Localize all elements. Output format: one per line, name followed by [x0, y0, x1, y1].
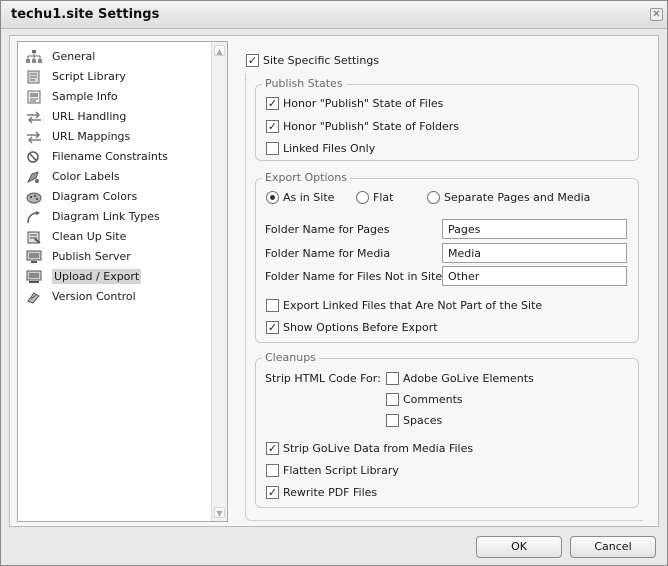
sidebar-item-label: URL Handling — [52, 110, 127, 123]
honor-files-label: Honor "Publish" State of Files — [283, 97, 444, 110]
linked-only-label: Linked Files Only — [283, 142, 376, 155]
as-in-site-radio[interactable] — [266, 191, 279, 204]
color-labels-icon — [26, 171, 39, 184]
site-specific-checkbox[interactable]: ✓ — [246, 54, 259, 67]
sitemap-icon — [26, 50, 42, 63]
sidebar-item-label: Diagram Link Types — [52, 210, 160, 223]
sidebar-item-sample-info[interactable]: Sample Info — [18, 87, 212, 107]
sidebar-item-label: Upload / Export — [52, 269, 142, 284]
export-options-title: Export Options — [262, 171, 350, 184]
separate-pages-media-radio[interactable] — [427, 191, 440, 204]
ok-button[interactable]: OK — [476, 536, 562, 558]
url-mappings-icon — [27, 131, 41, 144]
sidebar-item-script-library[interactable]: Script Library — [18, 67, 212, 87]
clean-up-site-icon — [27, 231, 41, 244]
spaces-checkbox[interactable] — [386, 414, 399, 427]
other-folder-label: Folder Name for Files Not in Site — [265, 270, 443, 283]
sidebar-item-label: Version Control — [52, 290, 136, 303]
sidebar-item-url-mappings[interactable]: URL Mappings — [18, 127, 212, 147]
comments-label: Comments — [403, 393, 463, 406]
sidebar-item-label: Sample Info — [52, 90, 118, 103]
sidebar-item-label: URL Mappings — [52, 130, 131, 143]
site-specific-label: Site Specific Settings — [263, 54, 380, 67]
pages-folder-label: Folder Name for Pages — [265, 223, 390, 236]
filename-constraints-icon — [27, 151, 39, 163]
strip-golive-data-checkbox[interactable]: ✓ — [266, 442, 279, 455]
sidebar-item-url-handling[interactable]: URL Handling — [18, 107, 212, 127]
sidebar-item-label: Diagram Colors — [52, 190, 138, 203]
diagram-colors-icon — [26, 192, 42, 204]
sidebar-item-label: Publish Server — [52, 250, 131, 263]
other-folder-input[interactable] — [442, 266, 627, 286]
sample-info-icon — [27, 90, 41, 104]
separate-pages-media-label: Separate Pages and Media — [444, 191, 591, 204]
rewrite-pdf-label: Rewrite PDF Files — [283, 486, 378, 499]
upload-export-icon — [26, 270, 42, 283]
close-icon[interactable]: ✕ — [650, 8, 663, 21]
publish-states-title: Publish States — [262, 77, 346, 90]
cancel-button[interactable]: Cancel — [570, 536, 656, 558]
media-folder-input[interactable] — [442, 243, 627, 263]
sidebar-item-diagram-link-types[interactable]: Diagram Link Types — [18, 207, 212, 227]
sidebar-item-color-labels[interactable]: Color Labels — [18, 167, 212, 187]
honor-folders-checkbox[interactable]: ✓ — [266, 120, 279, 133]
settings-window: techu1.site Settings ✕ General Script Li… — [0, 0, 668, 566]
sidebar-item-label: Clean Up Site — [52, 230, 127, 243]
sidebar-item-publish-server[interactable]: Publish Server — [18, 247, 212, 267]
golive-elements-checkbox[interactable] — [386, 372, 399, 385]
window-title: techu1.site Settings — [11, 7, 160, 22]
flatten-script-checkbox[interactable] — [266, 464, 279, 477]
sidebar-item-upload-export[interactable]: Upload / Export — [18, 267, 212, 287]
script-library-icon — [27, 70, 40, 84]
scroll-up-icon[interactable]: ▲ — [214, 45, 225, 56]
sidebar-item-general[interactable]: General — [18, 47, 212, 67]
url-handling-icon — [27, 111, 41, 124]
export-linked-checkbox[interactable] — [266, 299, 279, 312]
sidebar-scrollbar[interactable]: ▲ ▼ — [211, 42, 227, 521]
linked-only-checkbox[interactable] — [266, 142, 279, 155]
pages-folder-input[interactable] — [442, 219, 627, 239]
sidebar-item-label: Filename Constraints — [52, 150, 168, 163]
flat-label: Flat — [373, 191, 394, 204]
golive-elements-label: Adobe GoLive Elements — [403, 372, 534, 385]
sidebar-item-label: General — [52, 50, 96, 63]
sidebar-item-label: Color Labels — [52, 170, 120, 183]
scroll-down-icon[interactable]: ▼ — [214, 507, 225, 518]
spaces-label: Spaces — [403, 414, 443, 427]
sidebar-item-filename-constraints[interactable]: Filename Constraints — [18, 147, 212, 167]
cleanups-title: Cleanups — [262, 351, 319, 364]
honor-files-checkbox[interactable]: ✓ — [266, 97, 279, 110]
strip-html-label: Strip HTML Code For: — [265, 372, 381, 385]
diagram-link-types-icon — [27, 211, 40, 224]
media-folder-label: Folder Name for Media — [265, 247, 391, 260]
title-bar: techu1.site Settings ✕ — [1, 1, 667, 29]
flatten-script-label: Flatten Script Library — [283, 464, 399, 477]
settings-sidebar: General Script Library Sample Info URL H… — [17, 41, 228, 522]
strip-golive-data-label: Strip GoLive Data from Media Files — [283, 442, 474, 455]
show-options-checkbox[interactable]: ✓ — [266, 321, 279, 334]
as-in-site-label: As in Site — [283, 191, 335, 204]
version-control-icon — [27, 292, 40, 304]
sidebar-item-clean-up-site[interactable]: Clean Up Site — [18, 227, 212, 247]
publish-server-icon — [26, 250, 42, 263]
rewrite-pdf-checkbox[interactable]: ✓ — [266, 486, 279, 499]
flat-radio[interactable] — [356, 191, 369, 204]
sidebar-item-version-control[interactable]: Version Control — [18, 287, 212, 307]
sidebar-item-diagram-colors[interactable]: Diagram Colors — [18, 187, 212, 207]
honor-folders-label: Honor "Publish" State of Folders — [283, 120, 459, 133]
sidebar-list: General Script Library Sample Info URL H… — [18, 47, 212, 307]
export-linked-label: Export Linked Files that Are Not Part of… — [283, 299, 543, 312]
comments-checkbox[interactable] — [386, 393, 399, 406]
show-options-label: Show Options Before Export — [283, 321, 438, 334]
sidebar-item-label: Script Library — [52, 70, 126, 83]
